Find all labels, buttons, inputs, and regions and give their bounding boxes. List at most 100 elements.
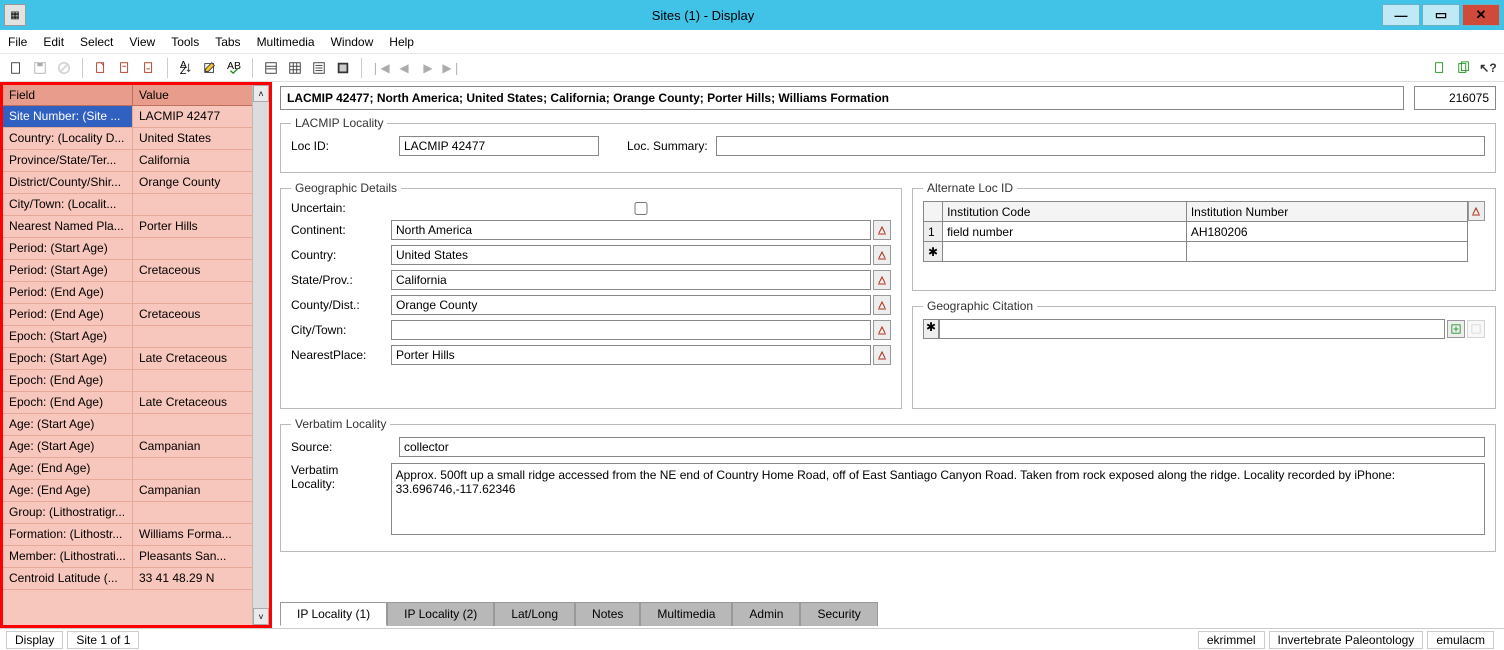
gc-view-icon[interactable] [1467, 320, 1485, 338]
side-row[interactable]: Age: (End Age)Campanian [3, 480, 252, 502]
new-icon[interactable] [6, 58, 26, 78]
menu-file[interactable]: File [8, 35, 27, 49]
maximize-button[interactable]: ▭ [1422, 4, 1460, 26]
nav-last-icon[interactable]: ▶❘ [442, 58, 462, 78]
view2-icon[interactable] [285, 58, 305, 78]
side-row[interactable]: Epoch: (End Age) [3, 370, 252, 392]
doc3-icon[interactable] [139, 58, 159, 78]
source-input[interactable] [399, 437, 1485, 457]
alt-header-code[interactable]: Institution Code [943, 202, 1187, 222]
side-header-field[interactable]: Field [3, 85, 133, 105]
country-lookup-icon[interactable] [873, 245, 891, 265]
side-row[interactable]: Age: (Start Age)Campanian [3, 436, 252, 458]
app-icon: ▦ [4, 4, 26, 26]
lacmip-locality-legend: LACMIP Locality [291, 116, 387, 130]
menu-view[interactable]: View [129, 35, 155, 49]
tab-multimedia[interactable]: Multimedia [640, 602, 732, 626]
side-value [133, 282, 252, 303]
alt-header-num[interactable]: Institution Number [1186, 202, 1467, 222]
attach1-icon[interactable] [1430, 58, 1450, 78]
side-row[interactable]: Period: (Start Age) [3, 238, 252, 260]
doc2-icon[interactable] [115, 58, 135, 78]
menu-help[interactable]: Help [389, 35, 414, 49]
side-row[interactable]: Province/State/Ter...California [3, 150, 252, 172]
side-row[interactable]: Country: (Locality D...United States [3, 128, 252, 150]
side-row[interactable]: District/County/Shir...Orange County [3, 172, 252, 194]
tab-security[interactable]: Security [800, 602, 877, 626]
country-input[interactable] [391, 245, 871, 265]
view4-icon[interactable] [333, 58, 353, 78]
side-row[interactable]: Nearest Named Pla...Porter Hills [3, 216, 252, 238]
side-scrollbar[interactable]: ˄ ˅ [252, 85, 269, 625]
side-row[interactable]: Age: (Start Age) [3, 414, 252, 436]
gc-new-row-icon[interactable]: ✱ [923, 319, 939, 339]
edit-icon[interactable] [200, 58, 220, 78]
tab-notes[interactable]: Notes [575, 602, 640, 626]
help-icon[interactable]: ↖? [1478, 58, 1498, 78]
scroll-down-icon[interactable]: ˅ [253, 608, 269, 625]
side-row[interactable]: City/Town: (Localit... [3, 194, 252, 216]
tab-ip-locality-2-[interactable]: IP Locality (2) [387, 602, 494, 626]
county-input[interactable] [391, 295, 871, 315]
city-input[interactable] [391, 320, 871, 340]
side-row[interactable]: Formation: (Lithostr...Williams Forma... [3, 524, 252, 546]
side-value: Campanian [133, 436, 252, 457]
nearest-lookup-icon[interactable] [873, 345, 891, 365]
gc-input[interactable] [939, 319, 1445, 339]
menu-tabs[interactable]: Tabs [215, 35, 240, 49]
nav-next-icon[interactable]: ▶ [418, 58, 438, 78]
alt-lookup-icon[interactable] [1468, 201, 1485, 221]
close-button[interactable]: ✕ [1462, 4, 1500, 26]
loc-summary-input[interactable] [716, 136, 1485, 156]
save-icon[interactable] [30, 58, 50, 78]
alt-num-cell[interactable]: AH180206 [1186, 222, 1467, 242]
side-row[interactable]: Epoch: (Start Age)Late Cretaceous [3, 348, 252, 370]
state-lookup-icon[interactable] [873, 270, 891, 290]
side-row[interactable]: Period: (End Age) [3, 282, 252, 304]
nearest-input[interactable] [391, 345, 871, 365]
view1-icon[interactable] [261, 58, 281, 78]
spellcheck-icon[interactable]: ABC [224, 58, 244, 78]
uncertain-checkbox[interactable] [391, 202, 891, 215]
sort-icon[interactable]: AZ [176, 58, 196, 78]
table-row-new[interactable]: ✱ [924, 242, 1468, 262]
verbatim-loc-textarea[interactable] [391, 463, 1485, 535]
cancel-icon[interactable] [54, 58, 74, 78]
side-header-value[interactable]: Value [133, 85, 252, 105]
side-row[interactable]: Epoch: (Start Age) [3, 326, 252, 348]
side-row[interactable]: Member: (Lithostrati...Pleasants San... [3, 546, 252, 568]
scroll-up-icon[interactable]: ˄ [253, 85, 269, 102]
continent-lookup-icon[interactable] [873, 220, 891, 240]
alt-code-cell[interactable]: field number [943, 222, 1187, 242]
side-row[interactable]: Group: (Lithostratigr... [3, 502, 252, 524]
side-row[interactable]: Age: (End Age) [3, 458, 252, 480]
side-row[interactable]: Period: (Start Age)Cretaceous [3, 260, 252, 282]
menu-tools[interactable]: Tools [171, 35, 199, 49]
menu-edit[interactable]: Edit [43, 35, 64, 49]
menu-multimedia[interactable]: Multimedia [257, 35, 315, 49]
menu-window[interactable]: Window [331, 35, 374, 49]
attach2-icon[interactable] [1454, 58, 1474, 78]
record-id: 216075 [1414, 86, 1496, 110]
tab-admin[interactable]: Admin [732, 602, 800, 626]
minimize-button[interactable]: — [1382, 4, 1420, 26]
continent-input[interactable] [391, 220, 871, 240]
tab-ip-locality-1-[interactable]: IP Locality (1) [280, 602, 387, 626]
doc1-icon[interactable] [91, 58, 111, 78]
loc-id-input[interactable]: LACMIP 42477 [399, 136, 599, 156]
side-row[interactable]: Centroid Latitude (...33 41 48.29 N [3, 568, 252, 590]
side-row[interactable]: Epoch: (End Age)Late Cretaceous [3, 392, 252, 414]
nav-first-icon[interactable]: ❘◀ [370, 58, 390, 78]
gc-add-icon[interactable] [1447, 320, 1465, 338]
table-row[interactable]: 1field numberAH180206 [924, 222, 1468, 242]
tab-lat-long[interactable]: Lat/Long [494, 602, 575, 626]
menu-select[interactable]: Select [80, 35, 113, 49]
side-row[interactable]: Period: (End Age)Cretaceous [3, 304, 252, 326]
alt-legend: Alternate Loc ID [923, 181, 1017, 195]
nav-prev-icon[interactable]: ◀ [394, 58, 414, 78]
side-row[interactable]: Site Number: (Site ...LACMIP 42477 [3, 106, 252, 128]
city-lookup-icon[interactable] [873, 320, 891, 340]
county-lookup-icon[interactable] [873, 295, 891, 315]
view3-icon[interactable] [309, 58, 329, 78]
state-input[interactable] [391, 270, 871, 290]
